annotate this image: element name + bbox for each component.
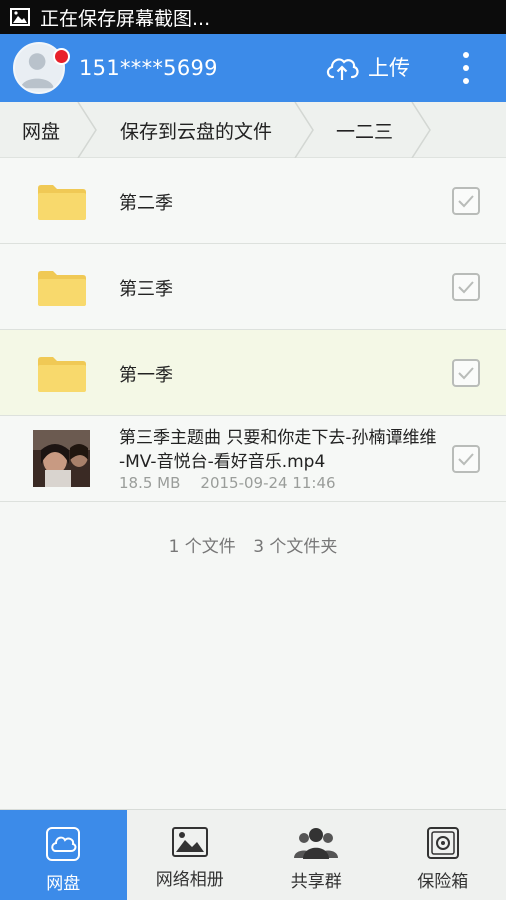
check-icon [458, 281, 474, 294]
tab-label: 保险箱 [417, 872, 469, 892]
breadcrumb-item-root[interactable]: 网盘 [22, 102, 60, 158]
upload-button[interactable]: 上传 [324, 52, 410, 82]
screenshot-icon [10, 8, 30, 26]
breadcrumb-item-current[interactable]: 一二三 [336, 102, 393, 158]
account-phone[interactable]: 151****5699 [79, 56, 218, 80]
check-icon [458, 195, 474, 208]
video-thumbnail-icon [33, 430, 90, 487]
more-dot-icon [463, 78, 469, 84]
folder-name: 第一季 [119, 365, 173, 386]
photo-album-icon [171, 827, 208, 857]
item-count-summary: 1 个文件 3 个文件夹 [0, 532, 506, 557]
folder-name: 第二季 [119, 193, 173, 214]
breadcrumb: 网盘 保存到云盘的文件 一二三 [0, 102, 506, 158]
select-checkbox[interactable] [452, 359, 480, 387]
status-bar: 正在保存屏幕截图... [0, 0, 506, 34]
check-icon [458, 453, 474, 466]
file-list: 第二季 第三季 第一季 第三季主题曲 只要和你走下去-孙楠谭维维 -MV-音悦台… [0, 158, 506, 502]
tab-label: 共享群 [290, 872, 342, 892]
folder-icon [38, 271, 86, 306]
check-icon [458, 367, 474, 380]
tab-share-group[interactable]: 共享群 [253, 810, 380, 900]
breadcrumb-item-folder[interactable]: 保存到云盘的文件 [120, 102, 272, 158]
upload-label: 上传 [368, 56, 410, 80]
tab-label: 网盘 [46, 874, 81, 894]
folder-row[interactable]: 第三季 [0, 244, 506, 330]
group-icon [294, 828, 339, 859]
safe-icon [426, 827, 459, 859]
select-checkbox[interactable] [452, 187, 480, 215]
tab-cloud-disk[interactable]: 网盘 [0, 810, 127, 900]
file-date: 2015-09-24 11:46 [200, 474, 336, 492]
file-size: 18.5 MB [119, 474, 181, 492]
cloud-upload-icon [326, 58, 359, 80]
select-checkbox[interactable] [452, 445, 480, 473]
folder-name: 第三季 [119, 279, 173, 300]
more-menu-button[interactable] [452, 50, 480, 86]
tab-label: 网络相册 [155, 870, 224, 890]
folder-icon [38, 185, 86, 220]
bottom-tab-bar: 网盘 网络相册 共享群 保险箱 [0, 809, 506, 900]
video-thumbnail [33, 430, 90, 487]
more-dot-icon [463, 65, 469, 71]
file-count: 1 个文件 [168, 537, 236, 557]
avatar-wrap[interactable] [0, 42, 70, 94]
breadcrumb-separator-icon [411, 102, 431, 158]
folder-row[interactable]: 第一季 [0, 330, 506, 416]
more-dot-icon [463, 52, 469, 58]
notification-dot [53, 48, 70, 65]
breadcrumb-separator-icon [294, 102, 314, 158]
folder-count: 3 个文件夹 [253, 537, 338, 557]
file-meta: 18.5 MB 2015-09-24 11:46 [119, 474, 336, 492]
status-text: 正在保存屏幕截图... [40, 7, 211, 30]
tab-safe-box[interactable]: 保险箱 [380, 810, 506, 900]
breadcrumb-separator-icon [77, 102, 97, 158]
cloud-disk-icon [46, 827, 81, 861]
folder-icon [38, 357, 86, 392]
app-header: 151****5699 上传 [0, 34, 506, 102]
file-row[interactable]: 第三季主题曲 只要和你走下去-孙楠谭维维 -MV-音悦台-看好音乐.mp4 18… [0, 416, 506, 502]
folder-row[interactable]: 第二季 [0, 158, 506, 244]
tab-photo-album[interactable]: 网络相册 [127, 810, 254, 900]
select-checkbox[interactable] [452, 273, 480, 301]
file-name: 第三季主题曲 只要和你走下去-孙楠谭维维 -MV-音悦台-看好音乐.mp4 [119, 428, 437, 472]
